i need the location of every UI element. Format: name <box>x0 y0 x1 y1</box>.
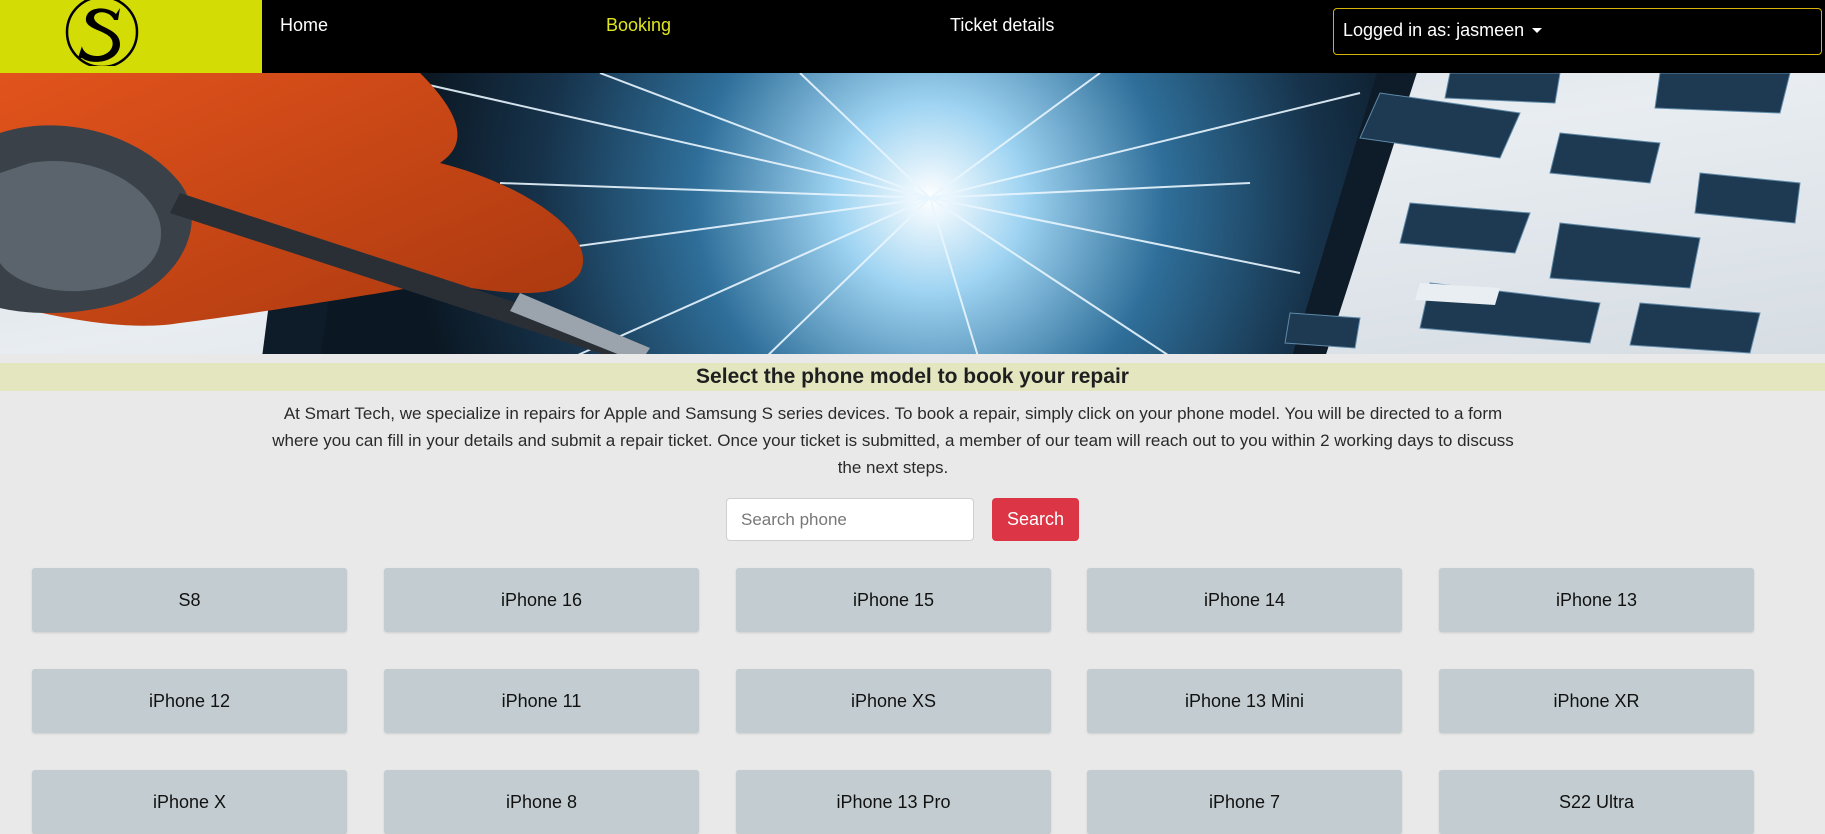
top-navbar: Home Booking Ticket details Logged in as… <box>0 0 1825 73</box>
chevron-down-icon <box>1532 28 1543 33</box>
logo-s-icon <box>65 0 139 66</box>
search-phone-input[interactable] <box>726 498 974 541</box>
phone-model-card[interactable]: iPhone XS <box>736 669 1051 733</box>
nav-home-link[interactable]: Home <box>280 15 328 36</box>
phone-model-card[interactable]: iPhone 11 <box>384 669 699 733</box>
phone-model-card[interactable]: iPhone 7 <box>1087 770 1402 834</box>
phone-model-card[interactable]: S22 Ultra <box>1439 770 1754 834</box>
phone-model-card[interactable]: iPhone X <box>32 770 347 834</box>
phone-model-card[interactable]: iPhone 13 Mini <box>1087 669 1402 733</box>
phone-model-card[interactable]: iPhone 8 <box>384 770 699 834</box>
phone-model-card[interactable]: iPhone 13 <box>1439 568 1754 632</box>
hero-banner-image <box>0 73 1825 354</box>
nav-ticket-details-link[interactable]: Ticket details <box>950 15 1054 36</box>
phone-model-card[interactable]: iPhone 14 <box>1087 568 1402 632</box>
user-menu-dropdown[interactable]: Logged in as: jasmeen <box>1333 8 1822 55</box>
phone-model-card[interactable]: iPhone 16 <box>384 568 699 632</box>
user-menu-label: Logged in as: jasmeen <box>1343 20 1525 40</box>
intro-paragraph: At Smart Tech, we specialize in repairs … <box>272 404 1514 477</box>
phone-model-card[interactable]: iPhone 13 Pro <box>736 770 1051 834</box>
phone-model-card[interactable]: iPhone 15 <box>736 568 1051 632</box>
phone-model-card[interactable]: S8 <box>32 568 347 632</box>
page-title: Select the phone model to book your repa… <box>0 363 1825 391</box>
phone-model-card[interactable]: iPhone XR <box>1439 669 1754 733</box>
broken-phone-illustration <box>0 73 1825 354</box>
nav-booking-link[interactable]: Booking <box>606 15 671 36</box>
phone-model-card[interactable]: iPhone 12 <box>32 669 347 733</box>
search-button[interactable]: Search <box>992 498 1079 541</box>
brand-logo[interactable] <box>0 0 262 73</box>
